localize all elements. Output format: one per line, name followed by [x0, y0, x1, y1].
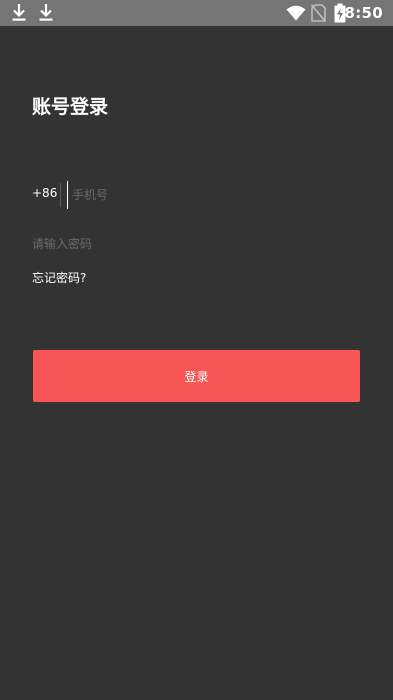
country-code-selector[interactable]: +86 [32, 186, 57, 200]
clock-time: 8:50 [344, 4, 383, 22]
no-sim-icon [311, 4, 326, 22]
forgot-password-link[interactable]: 忘记密码? [32, 269, 86, 286]
login-button[interactable]: 登录 [33, 350, 360, 402]
field-divider [60, 183, 61, 207]
wifi-icon [286, 5, 306, 21]
phone-input[interactable] [67, 181, 362, 209]
download-icon [39, 4, 53, 21]
download-icon [12, 4, 26, 21]
status-bar: 8:50 [0, 0, 393, 26]
page-title: 账号登录 [32, 96, 109, 118]
password-input[interactable] [32, 230, 357, 258]
